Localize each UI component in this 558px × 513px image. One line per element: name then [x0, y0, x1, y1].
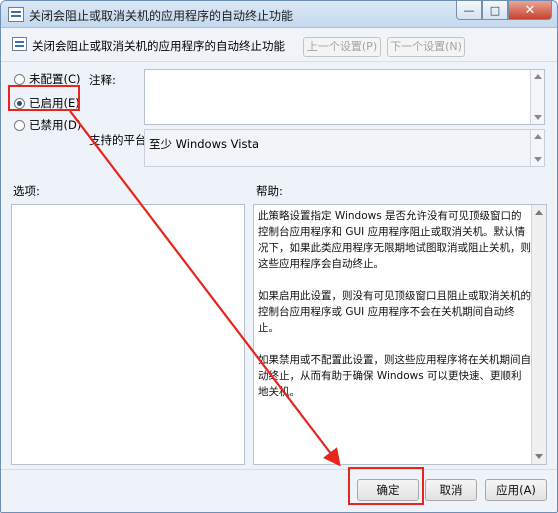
- options-pane: [11, 204, 245, 465]
- notes-textarea[interactable]: [144, 69, 545, 125]
- help-paragraph-1: 此策略设置指定 Windows 是否允许没有可见顶级窗口的控制台应用程序和 GU…: [258, 210, 531, 270]
- platform-label: 支持的平台:: [89, 133, 151, 147]
- minimize-button[interactable]: —: [456, 1, 482, 20]
- radio-not-configured-circle[interactable]: [14, 73, 25, 85]
- enabled-highlight-box: [8, 85, 80, 111]
- options-label: 选项:: [13, 184, 40, 198]
- help-paragraph-3: 如果禁用或不配置此设置，则这些应用程序将在关机期间自动终止，从而有助于确保 Wi…: [258, 354, 531, 398]
- window-title: 关闭会阻止或取消关机的应用程序的自动终止功能: [29, 9, 294, 23]
- radio-disabled-label: 已禁用(D): [29, 118, 82, 132]
- scroll-down-icon[interactable]: [535, 454, 543, 459]
- maximize-icon: □: [489, 3, 501, 17]
- footer-divider: [1, 469, 557, 470]
- help-text: 此策略设置指定 Windows 是否允许没有可见顶级窗口的控制台应用程序和 GU…: [258, 208, 531, 416]
- policy-icon: [8, 7, 24, 22]
- setting-header: 关闭会阻止或取消关机的应用程序的自动终止功能 上一个设置(P) 下一个设置(N): [1, 28, 557, 62]
- scroll-up-icon[interactable]: [535, 210, 543, 215]
- radio-disabled-circle[interactable]: [14, 119, 25, 131]
- title-bar[interactable]: 关闭会阻止或取消关机的应用程序的自动终止功能 — □ ✕: [1, 1, 557, 28]
- setting-icon: [12, 37, 27, 51]
- radio-disabled[interactable]: 已禁用(D): [14, 117, 81, 133]
- notes-label: 注释:: [89, 73, 116, 87]
- help-paragraph-2: 如果启用此设置，则没有可见顶级窗口且阻止或取消关机的控制台应用程序或 GUI 应…: [258, 290, 531, 334]
- next-setting-button[interactable]: 下一个设置(N): [387, 37, 465, 57]
- caption-buttons: — □ ✕: [456, 1, 552, 20]
- previous-setting-button[interactable]: 上一个设置(P): [303, 37, 381, 57]
- ok-highlight-box: [348, 467, 424, 505]
- help-scrollbar[interactable]: [531, 205, 546, 464]
- platform-scrollbar[interactable]: [530, 130, 544, 166]
- platform-value: 至少 Windows Vista: [149, 137, 260, 151]
- help-label: 帮助:: [256, 184, 283, 198]
- platform-field: 至少 Windows Vista: [144, 129, 545, 167]
- setting-title: 关闭会阻止或取消关机的应用程序的自动终止功能: [32, 39, 285, 53]
- minimize-icon: —: [463, 3, 475, 17]
- close-icon: ✕: [524, 2, 536, 18]
- help-pane: 此策略设置指定 Windows 是否允许没有可见顶级窗口的控制台应用程序和 GU…: [253, 204, 547, 465]
- policy-setting-window: 关闭会阻止或取消关机的应用程序的自动终止功能 — □ ✕ 关闭会阻止或取消关机的…: [0, 0, 558, 513]
- cancel-button[interactable]: 取消: [425, 479, 477, 501]
- maximize-button[interactable]: □: [482, 1, 508, 20]
- apply-button[interactable]: 应用(A): [485, 479, 547, 501]
- close-button[interactable]: ✕: [508, 1, 552, 20]
- notes-scrollbar[interactable]: [530, 70, 544, 124]
